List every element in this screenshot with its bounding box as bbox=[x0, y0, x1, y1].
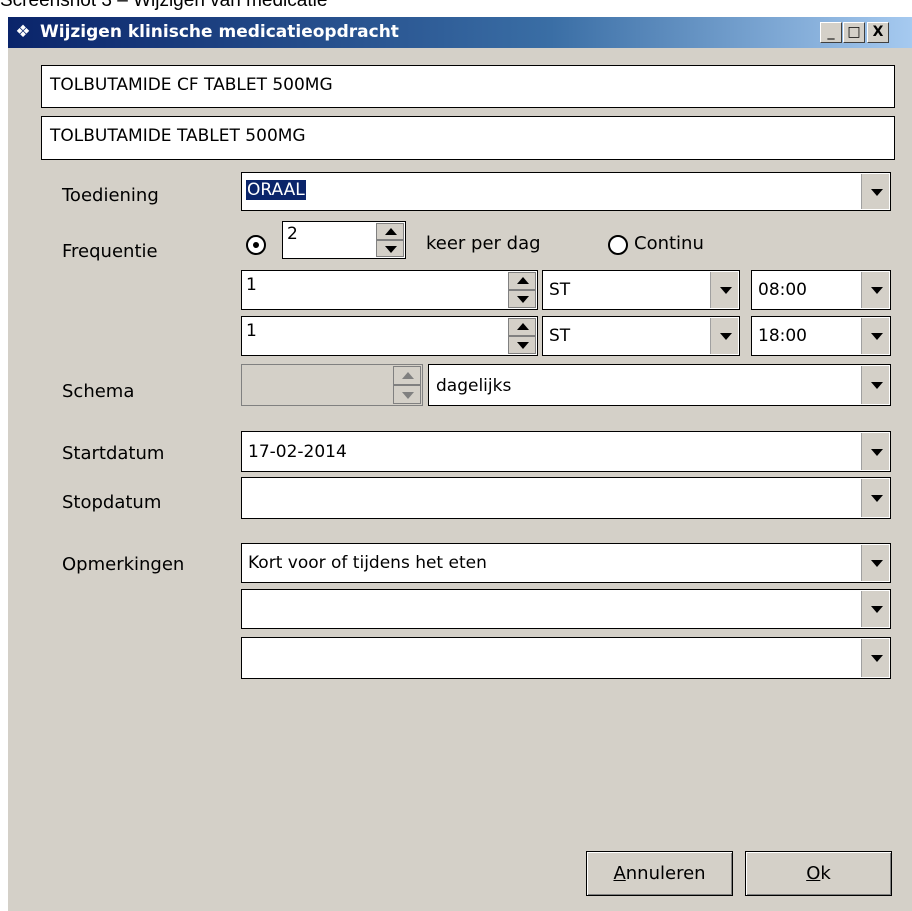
dose-amount-1-spin-buttons[interactable] bbox=[508, 272, 536, 308]
frequency-count-spin-buttons[interactable] bbox=[376, 223, 404, 257]
close-button[interactable]: X bbox=[867, 22, 889, 43]
spin-down-icon[interactable] bbox=[376, 240, 404, 257]
frequency-count-spinner[interactable]: 2 bbox=[282, 221, 406, 259]
chevron-down-icon[interactable] bbox=[710, 318, 738, 354]
spin-down-icon bbox=[393, 385, 421, 404]
maximize-button[interactable]: □ bbox=[843, 22, 865, 43]
app-icon[interactable]: ❖ bbox=[12, 22, 34, 42]
opmerkingen-label: Opmerkingen bbox=[62, 554, 185, 575]
spin-up-icon[interactable] bbox=[376, 223, 404, 240]
document-caption: Screenshot 3 – Wijzigen van medicatie bbox=[0, 0, 328, 11]
product-line-1: TOLBUTAMIDE CF TABLET 500MG bbox=[41, 65, 895, 108]
chevron-down-icon[interactable] bbox=[861, 366, 889, 404]
chevron-down-icon[interactable] bbox=[861, 272, 889, 308]
minimize-button[interactable]: _ bbox=[820, 22, 842, 43]
dose-time-1[interactable]: 08:00 bbox=[751, 270, 891, 310]
continu-label: Continu bbox=[634, 233, 704, 254]
dose-amount-1[interactable]: 1 bbox=[241, 270, 538, 310]
dialog-window: ❖ Wijzigen klinische medicatieopdracht _… bbox=[7, 16, 912, 911]
schema-count-spin-buttons bbox=[393, 366, 421, 404]
opmerking-1-select[interactable]: Kort voor of tijdens het eten bbox=[241, 543, 891, 583]
toediening-label: Toediening bbox=[62, 185, 159, 206]
radio-keer-per-dag[interactable] bbox=[246, 235, 266, 255]
spin-down-icon[interactable] bbox=[508, 336, 536, 354]
opmerking-3-select[interactable] bbox=[241, 637, 891, 679]
radio-continu[interactable] bbox=[608, 235, 628, 255]
schema-select[interactable]: dagelijks bbox=[428, 364, 891, 406]
schema-count-spinner bbox=[241, 364, 423, 406]
dose-time-2[interactable]: 18:00 bbox=[751, 316, 891, 356]
opmerking-2-select[interactable] bbox=[241, 589, 891, 629]
frequentie-label: Frequentie bbox=[62, 241, 158, 262]
spin-down-icon[interactable] bbox=[508, 290, 536, 308]
cancel-button[interactable]: Annuleren bbox=[586, 851, 733, 896]
spin-up-icon[interactable] bbox=[508, 318, 536, 336]
spin-up-icon bbox=[393, 366, 421, 385]
chevron-down-icon[interactable] bbox=[861, 318, 889, 354]
calendar-dropdown-icon[interactable] bbox=[861, 479, 889, 517]
stopdatum-picker[interactable] bbox=[241, 477, 891, 519]
cancel-label: nnuleren bbox=[625, 863, 706, 884]
toediening-value: ORAAL bbox=[246, 180, 306, 200]
chevron-down-icon[interactable] bbox=[861, 639, 889, 677]
chevron-down-icon[interactable] bbox=[861, 174, 889, 209]
schema-label: Schema bbox=[62, 381, 135, 402]
dose-unit-2[interactable]: ST bbox=[542, 316, 740, 356]
dose-unit-1[interactable]: ST bbox=[542, 270, 740, 310]
startdatum-picker[interactable]: 17-02-2014 bbox=[241, 431, 891, 472]
stopdatum-label: Stopdatum bbox=[62, 492, 162, 513]
cancel-mnemonic: A bbox=[613, 863, 626, 884]
ok-label: k bbox=[820, 863, 831, 884]
ok-mnemonic: O bbox=[806, 863, 821, 884]
toediening-select[interactable]: ORAAL bbox=[241, 172, 891, 211]
chevron-down-icon[interactable] bbox=[861, 545, 889, 581]
title-bar[interactable]: ❖ Wijzigen klinische medicatieopdracht _… bbox=[8, 17, 912, 48]
dose-amount-2[interactable]: 1 bbox=[241, 316, 538, 356]
chevron-down-icon[interactable] bbox=[710, 272, 738, 308]
window-title: Wijzigen klinische medicatieopdracht bbox=[40, 22, 399, 42]
product-line-2: TOLBUTAMIDE TABLET 500MG bbox=[41, 116, 895, 160]
startdatum-label: Startdatum bbox=[62, 443, 165, 464]
ok-button[interactable]: Ok bbox=[745, 851, 892, 896]
spin-up-icon[interactable] bbox=[508, 272, 536, 290]
keer-per-dag-label: keer per dag bbox=[426, 233, 541, 254]
dose-amount-2-spin-buttons[interactable] bbox=[508, 318, 536, 354]
chevron-down-icon[interactable] bbox=[861, 591, 889, 627]
calendar-dropdown-icon[interactable] bbox=[861, 433, 889, 470]
